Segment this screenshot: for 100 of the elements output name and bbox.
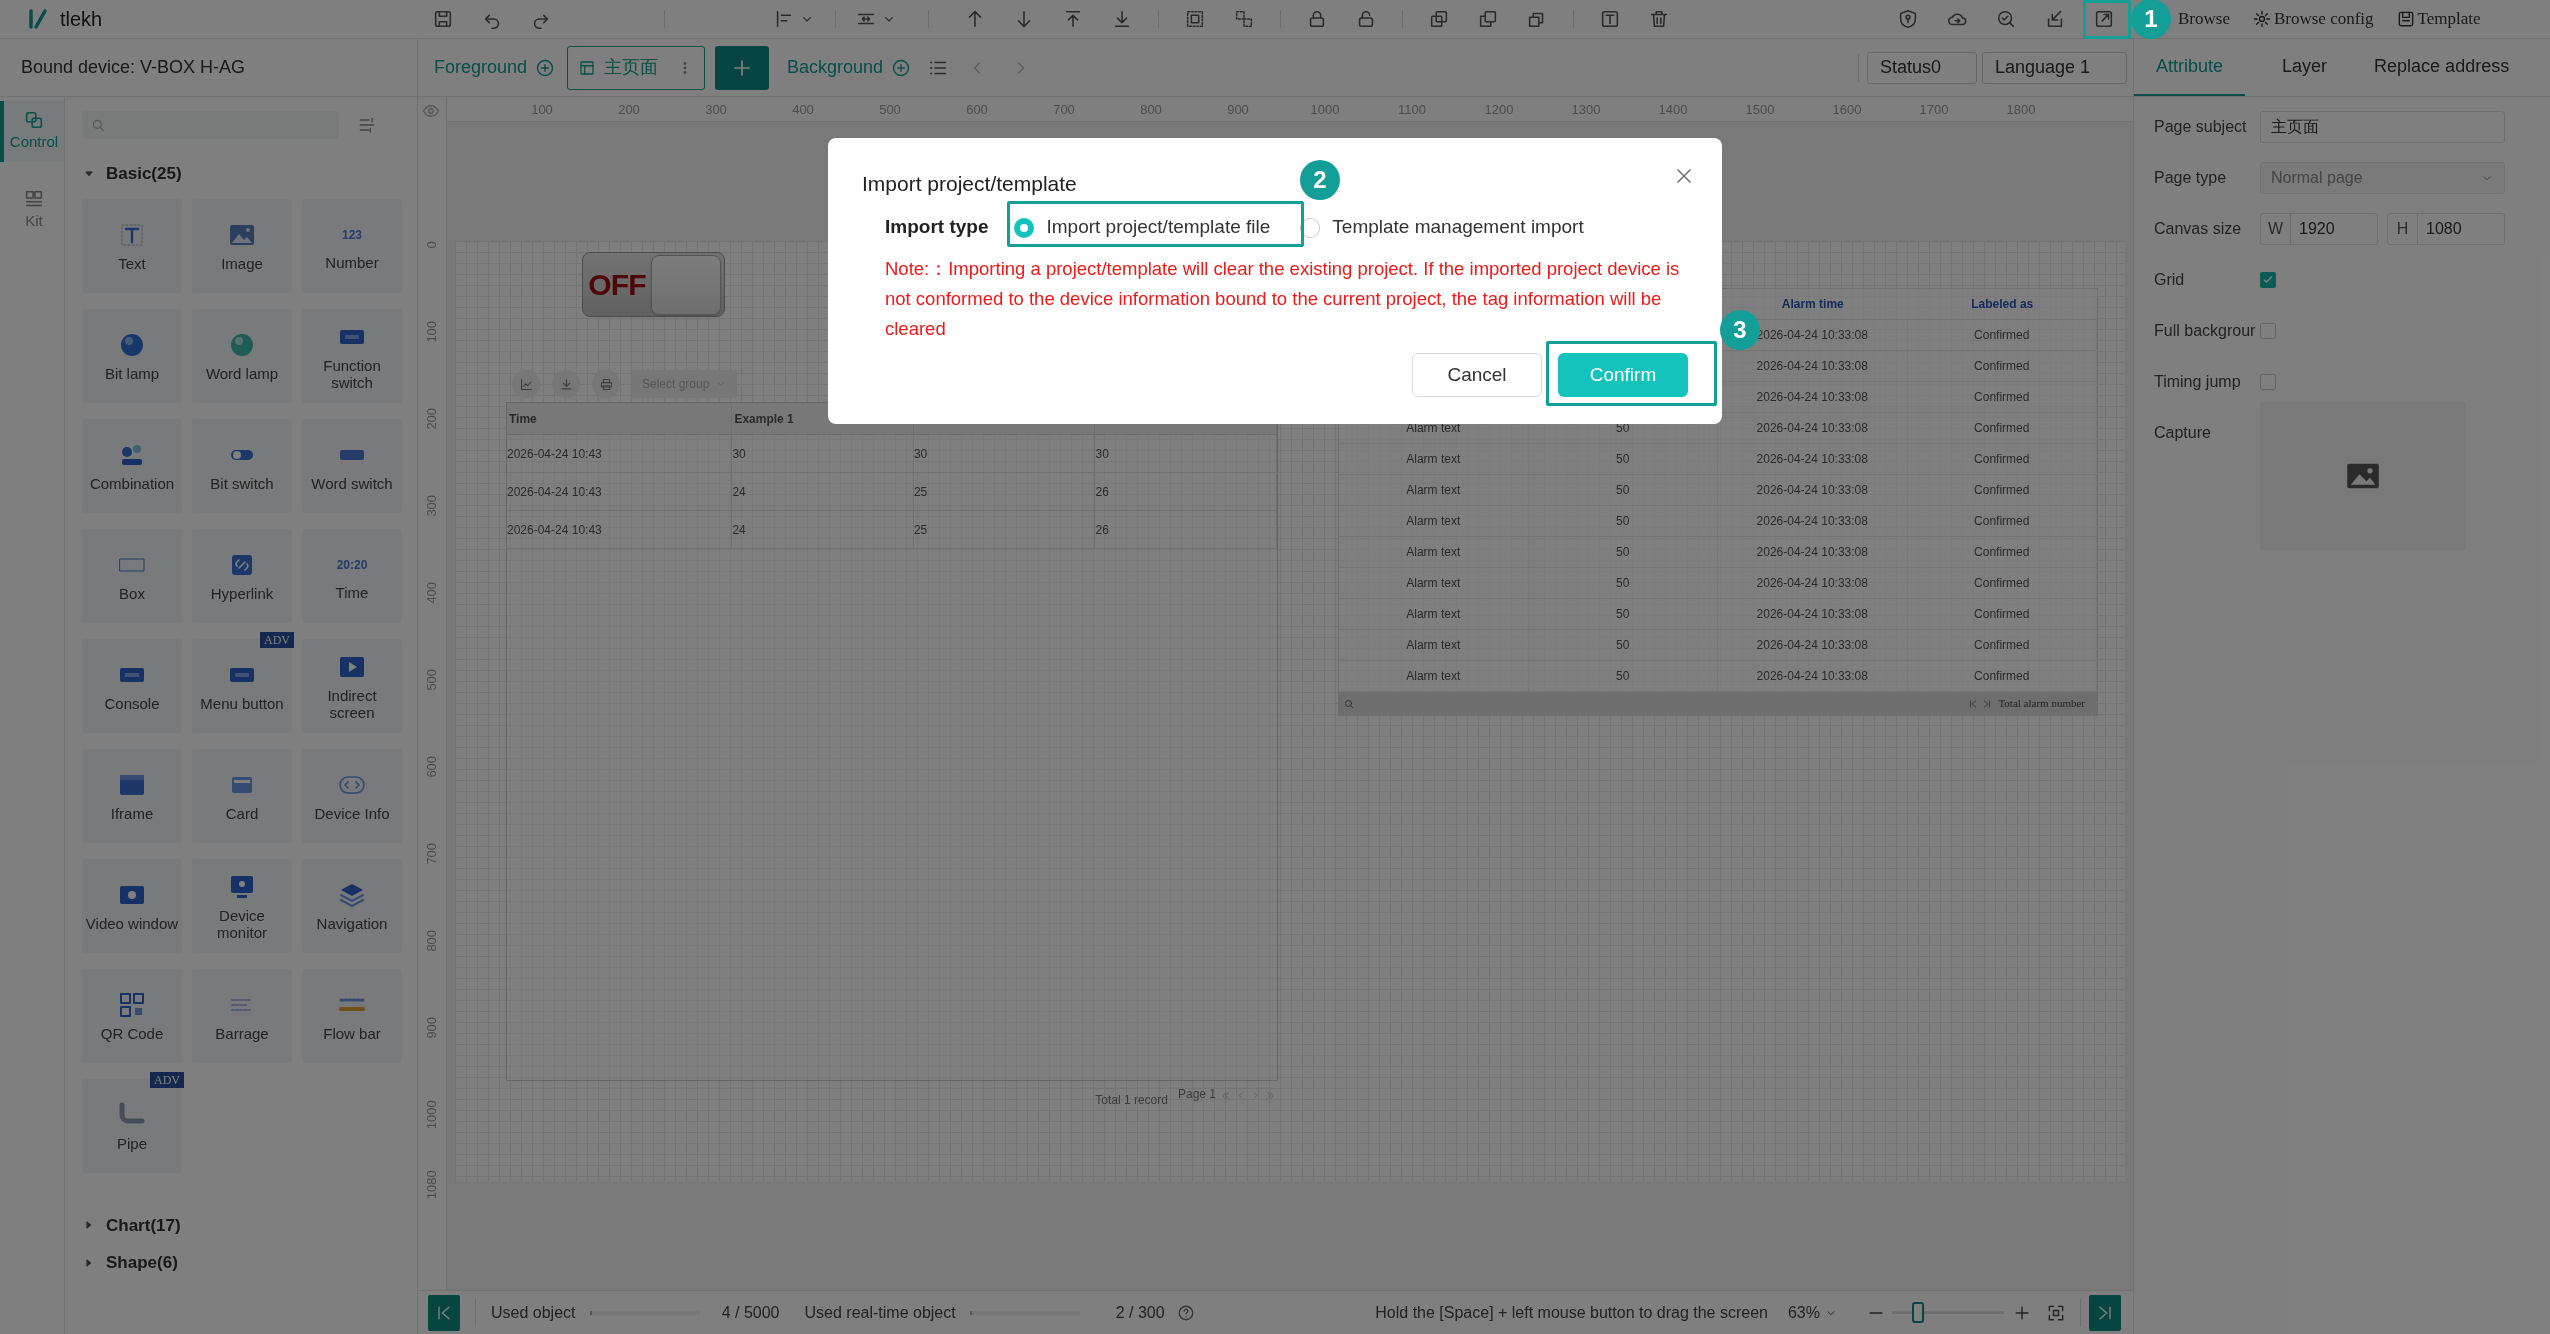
component-tile[interactable]: Hyperlink [192,528,292,623]
meter-label: Used object [491,1302,576,1323]
table-cell-text: Confirmed [1974,544,2030,561]
page-tab[interactable]: 主页面 [567,45,706,90]
table-cell-text: 50 [1616,544,1630,561]
panel-tab[interactable]: Layer [2245,39,2365,96]
panel-tab[interactable]: Attribute [2134,39,2246,96]
help-icon[interactable] [1176,1303,1195,1322]
background-button[interactable]: Background [787,54,912,81]
rail-tab[interactable]: Control [0,101,64,162]
usage-reading: 2 / 300 [1114,1302,1165,1323]
table-cell-text: 2026-04-24 10:33:08 [1756,668,1868,685]
table-cell-text: 2026-04-24 10:33:08 [1756,451,1868,468]
settings-icon[interactable] [2251,9,2272,29]
menu-link[interactable]: Browse config [2251,6,2374,32]
radio-option[interactable]: Template management import [1300,213,1584,242]
app-logo: tlekh [60,7,103,32]
field-label: Page type [2154,168,2228,188]
component-tile[interactable]: Text [82,198,182,293]
image-upload-area[interactable] [2260,402,2466,550]
component-tile[interactable]: Word switch [302,418,402,513]
table-cell-text: 24 [732,483,746,501]
component-tile[interactable]: Box [82,528,182,623]
search-field[interactable] [82,111,339,139]
chart-button[interactable] [512,370,540,398]
add-icon[interactable] [535,57,556,78]
group-header[interactable]: Chart(17) [82,1212,403,1238]
field-label: Grid [2154,270,2186,290]
component-tile[interactable]: Barrage [192,968,292,1063]
confirm-button[interactable]: Confirm [1558,353,1688,397]
group-header[interactable]: Shape(6) [82,1250,403,1276]
table-cell-text: 50 [1616,606,1630,623]
collapse-right-button[interactable] [2089,1294,2121,1331]
add-icon[interactable] [891,57,912,78]
language-select[interactable]: Language 1 [1982,51,2127,84]
checkbox[interactable] [2260,272,2276,288]
component-tile[interactable]: Flow bar [302,968,402,1063]
chart-icon[interactable] [518,376,534,392]
print-icon[interactable] [598,376,614,392]
size-field[interactable]: W 1920 [2260,213,2378,245]
component-tile[interactable]: Navigation [302,858,402,953]
component-tile[interactable]: Device monitor [192,858,292,953]
component-tile[interactable]: Indirect screen [302,638,402,733]
double-chevron-left-icon[interactable] [1220,1090,1231,1101]
component-tile[interactable]: Combination [82,418,182,513]
component-tile[interactable]: Function switch [302,308,402,403]
collapse-left-button[interactable] [428,1294,460,1331]
checkbox[interactable] [2260,374,2276,390]
radio-option[interactable]: Import project/template file [1014,213,1271,242]
table-cell-text: 50 [1616,451,1630,468]
component-tile[interactable]: Image [192,198,292,293]
eye-icon[interactable] [422,102,440,120]
double-chevron-right-icon[interactable] [1265,1090,1276,1101]
table-cell-text: 2026-04-24 10:33:08 [1756,513,1868,530]
checkbox[interactable] [2260,323,2276,339]
component-tile[interactable]: QR Code [82,968,182,1063]
component-tile[interactable]: Bit switch [192,418,292,513]
table-cell-text: 24 [732,521,746,539]
table-cell-text: 25 [913,521,928,539]
foreground-button[interactable]: Foreground [434,54,556,81]
first-page-icon[interactable] [1968,698,1979,709]
add-page-button[interactable] [715,45,770,90]
component-tile[interactable]: Word lamp [192,308,292,403]
zoom-select[interactable]: 63% [1787,1300,1838,1325]
last-page-icon[interactable] [1982,698,1993,709]
component-tile[interactable]: Bit lamp [82,308,182,403]
input-field[interactable]: 主页面 [2260,111,2505,143]
group-header[interactable]: Basic(25) [82,161,403,187]
check-icon [2262,274,2274,286]
panel-tab[interactable]: Replace address [2364,39,2510,96]
component-tile[interactable]: Console [82,638,182,733]
table-cell-text: Confirmed [1974,451,2030,468]
dialog-title: Import project/template [862,171,1077,197]
radio-button[interactable] [1014,217,1035,238]
table-cell-text: Confirmed [1974,668,2030,685]
download-button[interactable] [552,370,580,398]
component-tile[interactable]: 123 Number [302,198,402,293]
slider-thumb[interactable] [1912,1302,1924,1323]
component-tile[interactable]: Video window [82,858,182,953]
usage-reading: 4 / 5000 [720,1302,780,1323]
table-cell-text: 2026-04-24 10:43 [507,483,602,501]
table-cell-text: Alarm text [1406,668,1461,685]
menu-link[interactable]: Browse [2178,6,2230,32]
status-select[interactable]: Status0 [1867,51,1977,84]
component-tile[interactable]: Device Info [302,748,402,843]
search-icon[interactable] [1343,697,1355,710]
cancel-button[interactable]: Cancel [1412,353,1542,397]
component-tile[interactable]: 20:20 Time [302,528,402,623]
component-tile[interactable]: Iframe [82,748,182,843]
overlap-squares-icon[interactable] [23,109,45,131]
table-cell-text: 2026-04-24 10:33:08 [1756,389,1868,406]
print-button[interactable] [592,370,620,398]
menu-link[interactable]: Template [2395,6,2481,32]
size-field[interactable]: H 1080 [2387,213,2505,245]
adv-badge: ADV [260,631,294,648]
rail-tab[interactable]: Kit [0,179,64,240]
component-tile[interactable]: Card [192,748,292,843]
table-cell-text: 50 [1616,637,1630,654]
field-label: Timing jump [2154,372,2242,392]
filter-icon[interactable] [357,115,377,135]
